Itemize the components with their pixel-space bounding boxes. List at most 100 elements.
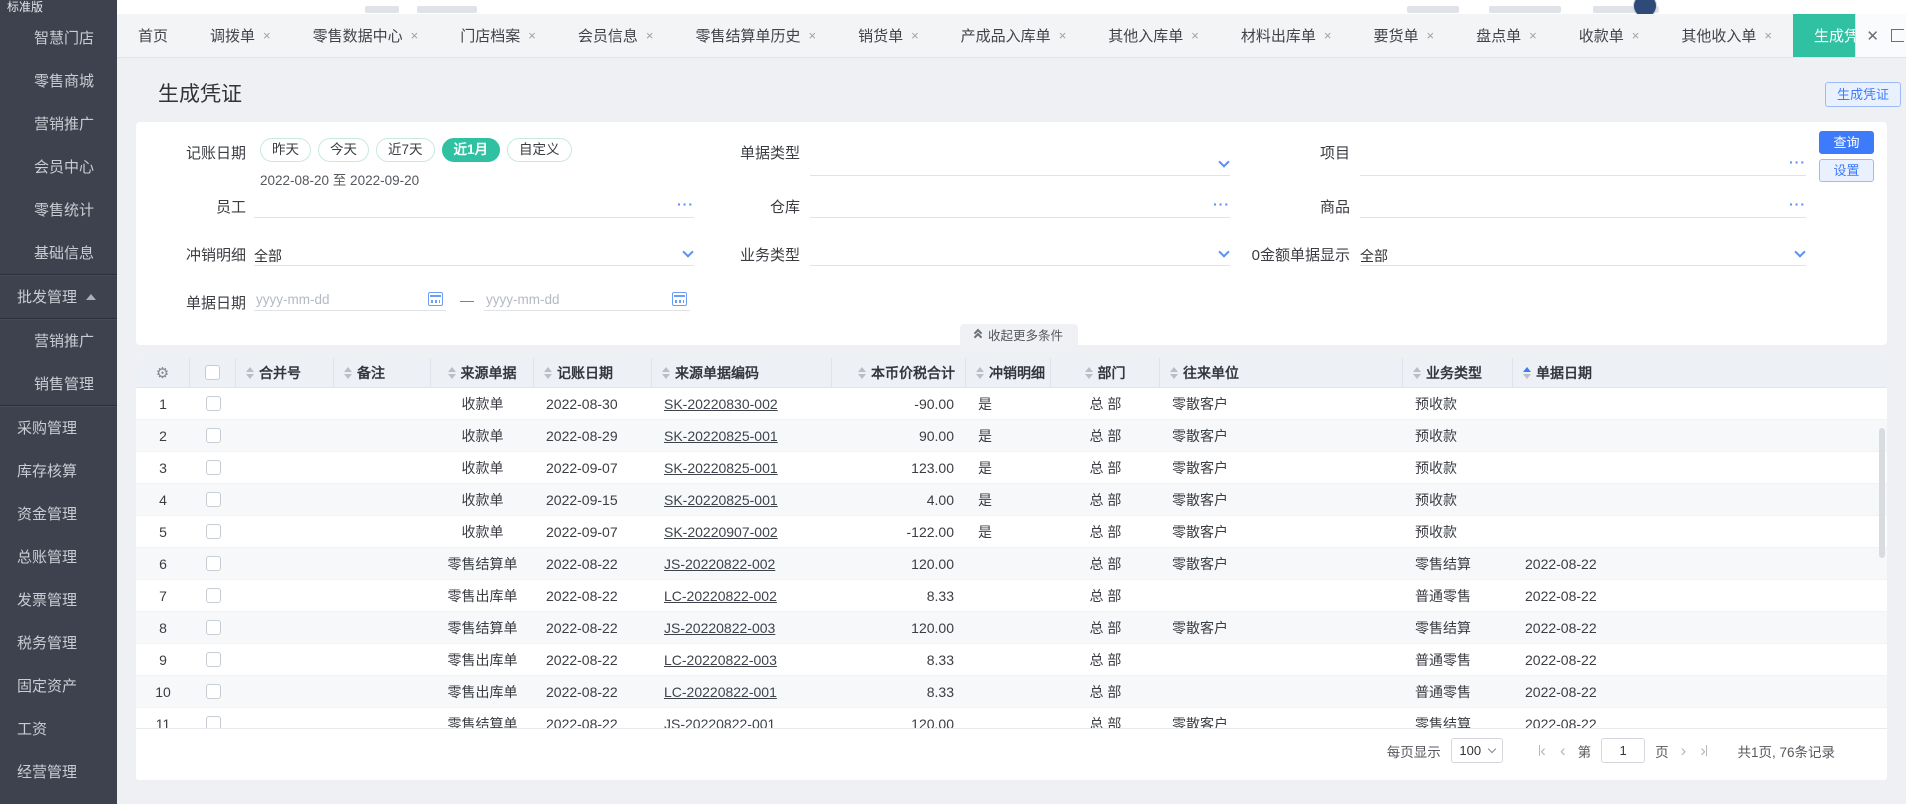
tab-close-icon[interactable]: × [808,28,816,43]
sidebar-item-营销推广[interactable]: 营销推广 [0,102,117,145]
writeoff-detail-select[interactable]: 全部 [254,244,694,266]
row-checkbox[interactable] [205,556,221,571]
calendar-icon[interactable] [672,292,687,306]
sort-icon[interactable] [1413,366,1421,379]
column-header-来源单据编码[interactable]: 来源单据编码 [652,358,832,387]
fullscreen-icon[interactable] [1891,29,1904,42]
date-preset-近7天[interactable]: 近7天 [376,138,435,162]
zero-amount-select[interactable]: 全部 [1360,244,1806,266]
sidebar-item-库存核算[interactable]: 库存核算 [0,449,117,492]
page-number-input[interactable] [1601,738,1646,763]
sidebar-item-智慧门店[interactable]: 智慧门店 [0,16,117,59]
sidebar-item-资金管理[interactable]: 资金管理 [0,492,117,535]
row-checkbox[interactable] [205,716,221,728]
sidebar-item-会员中心[interactable]: 会员中心 [0,145,117,188]
tab-close-icon[interactable]: × [1191,28,1199,43]
doc-type-field[interactable] [810,154,1230,176]
tab-要货单[interactable]: 要货单 × [1353,14,1456,57]
sort-icon[interactable] [976,366,984,379]
tab-其他收入单[interactable]: 其他收入单 × [1660,14,1793,57]
search-button[interactable]: 查询 [1819,131,1874,154]
gear-icon[interactable]: ⚙ [156,364,169,382]
tab-close-icon[interactable]: × [1529,28,1537,43]
column-header-部门[interactable]: 部门 [1051,358,1160,387]
tab-其他入库单[interactable]: 其他入库单 × [1087,14,1220,57]
first-page-icon[interactable]: ‹ [1537,741,1548,761]
project-field[interactable]: ··· [1360,154,1806,176]
source-code-link[interactable]: SK-20220825-001 [664,428,778,444]
sidebar-item-营销推广[interactable]: 营销推广 [0,319,117,362]
picker-ellipsis-icon[interactable]: ··· [1789,154,1806,170]
column-header-check[interactable] [190,358,236,387]
last-page-icon[interactable]: › [1698,741,1709,761]
chevron-down-icon[interactable] [1794,246,1806,258]
tab-会员信息[interactable]: 会员信息 × [557,14,675,57]
warehouse-field[interactable]: ··· [810,196,1230,218]
sidebar-item-零售商城[interactable]: 零售商城 [0,59,117,102]
employee-field[interactable]: ··· [254,196,694,218]
settings-button[interactable]: 设置 [1819,159,1874,182]
next-page-icon[interactable]: › [1679,741,1689,761]
doc-date-to-input[interactable] [484,288,690,311]
prev-page-icon[interactable]: ‹ [1558,741,1568,761]
row-checkbox[interactable] [205,428,221,443]
sort-icon[interactable] [447,366,456,379]
tab-首页[interactable]: 首页 [117,14,189,57]
tab-close-icon[interactable]: × [1764,28,1772,43]
tab-close-icon[interactable]: × [263,28,271,43]
column-header-冲销明细[interactable]: 冲销明细 [966,358,1051,387]
tab-close-icon[interactable]: × [646,28,654,43]
source-code-link[interactable]: LC-20220822-001 [664,684,777,700]
sidebar-item-税务管理[interactable]: 税务管理 [0,621,117,664]
row-checkbox[interactable] [205,492,221,507]
column-header-合并号[interactable]: 合并号 [236,358,334,387]
row-checkbox[interactable] [205,684,221,699]
source-code-link[interactable]: SK-20220825-001 [664,492,778,508]
doc-date-from-input[interactable] [254,288,446,311]
select-all-checkbox[interactable] [205,365,220,380]
tab-产成品入库单[interactable]: 产成品入库单 × [940,14,1088,57]
biz-type-select[interactable] [810,244,1230,266]
sidebar-item-总账管理[interactable]: 总账管理 [0,535,117,578]
date-preset-近1月[interactable]: 近1月 [441,138,501,162]
source-code-link[interactable]: JS-20220822-001 [664,716,775,729]
per-page-select[interactable]: 100 [1450,738,1503,763]
chevron-down-icon[interactable] [1218,156,1230,168]
date-preset-今天[interactable]: 今天 [318,138,369,162]
source-code-link[interactable]: LC-20220822-003 [664,652,777,668]
close-all-tabs-icon[interactable]: ✕ [1866,27,1879,45]
sort-icon[interactable] [344,366,352,379]
sidebar-item-零售统计[interactable]: 零售统计 [0,188,117,231]
tab-close-icon[interactable]: × [1427,28,1435,43]
calendar-icon[interactable] [428,292,443,306]
column-header-业务类型[interactable]: 业务类型 [1403,358,1513,387]
sidebar-item-固定资产[interactable]: 固定资产 [0,664,117,707]
tab-close-icon[interactable]: × [411,28,419,43]
column-header-单据日期[interactable]: 单据日期 [1513,358,1887,387]
tab-close-icon[interactable]: × [911,28,919,43]
source-code-link[interactable]: SK-20220907-002 [664,524,778,540]
picker-ellipsis-icon[interactable]: ··· [1213,196,1230,212]
tab-close-icon[interactable]: × [1059,28,1067,43]
sidebar-item-批发管理[interactable]: 批发管理 [0,275,117,318]
date-preset-自定义[interactable]: 自定义 [507,138,572,162]
row-checkbox[interactable] [205,652,221,667]
sort-icon[interactable] [1084,366,1093,379]
source-code-link[interactable]: SK-20220825-001 [664,460,778,476]
tab-零售数据中心[interactable]: 零售数据中心 × [292,14,440,57]
sidebar-item-基础信息[interactable]: 基础信息 [0,231,117,274]
tab-调拨单[interactable]: 调拨单 × [189,14,292,57]
row-checkbox[interactable] [205,396,221,411]
source-code-link[interactable]: JS-20220822-003 [664,620,775,636]
sidebar-item-销售管理[interactable]: 销售管理 [0,362,117,405]
tab-盘点单[interactable]: 盘点单 × [1455,14,1558,57]
table-scrollbar[interactable] [1879,428,1885,558]
row-checkbox[interactable] [205,588,221,603]
sort-icon[interactable] [1523,366,1531,379]
tab-收款单[interactable]: 收款单 × [1558,14,1661,57]
goods-field[interactable]: ··· [1360,196,1806,218]
column-header-备注[interactable]: 备注 [334,358,431,387]
sidebar-item-经营管理[interactable]: 经营管理 [0,750,117,793]
row-checkbox[interactable] [205,620,221,635]
column-header-记账日期[interactable]: 记账日期 [534,358,652,387]
